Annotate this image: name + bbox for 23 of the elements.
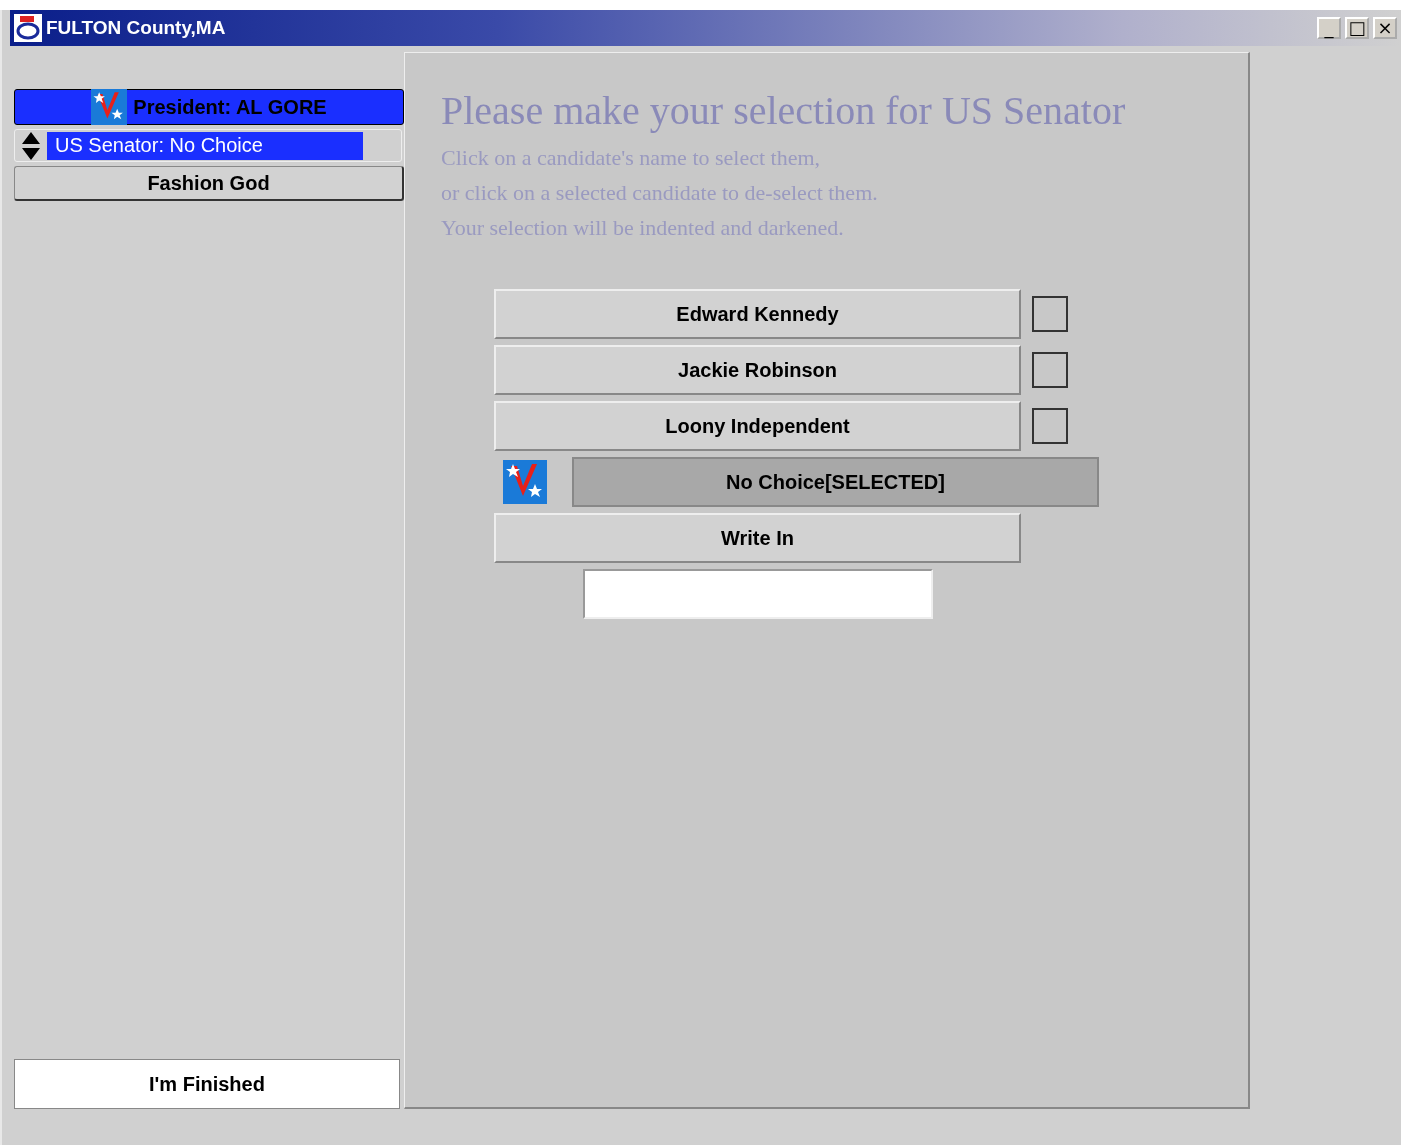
- ballot-check-icon: [503, 460, 547, 504]
- candidate-button[interactable]: Jackie Robinson: [494, 345, 1021, 395]
- checkbox[interactable]: [1032, 352, 1068, 388]
- contest-label: US Senator: No Choice: [47, 131, 363, 160]
- maximize-button[interactable]: □: [1345, 17, 1369, 39]
- checkbox[interactable]: [1032, 296, 1068, 332]
- finish-button[interactable]: I'm Finished: [14, 1059, 400, 1109]
- window-title: FULTON County,MA: [46, 17, 227, 39]
- minimize-button[interactable]: _: [1317, 17, 1341, 39]
- close-button[interactable]: ×: [1373, 17, 1397, 39]
- ballot-check-icon: [91, 89, 128, 125]
- app-icon: [14, 14, 42, 42]
- up-down-arrows-icon: [21, 130, 41, 161]
- write-in-field[interactable]: [583, 569, 933, 619]
- ballot-heading: Please make your selection for US Senator: [441, 87, 1127, 134]
- candidate-button[interactable]: Edward Kennedy: [494, 289, 1021, 339]
- write-in-button[interactable]: Write In: [494, 513, 1021, 563]
- candidate-button[interactable]: No Choice[SELECTED]: [572, 457, 1099, 507]
- contest-label: President: AL GORE: [133, 95, 327, 119]
- contest-item[interactable]: US Senator: No Choice: [14, 129, 402, 162]
- checkbox[interactable]: [1032, 408, 1068, 444]
- contest-button[interactable]: Fashion God: [14, 166, 404, 201]
- candidate-button[interactable]: Loony Independent: [494, 401, 1021, 451]
